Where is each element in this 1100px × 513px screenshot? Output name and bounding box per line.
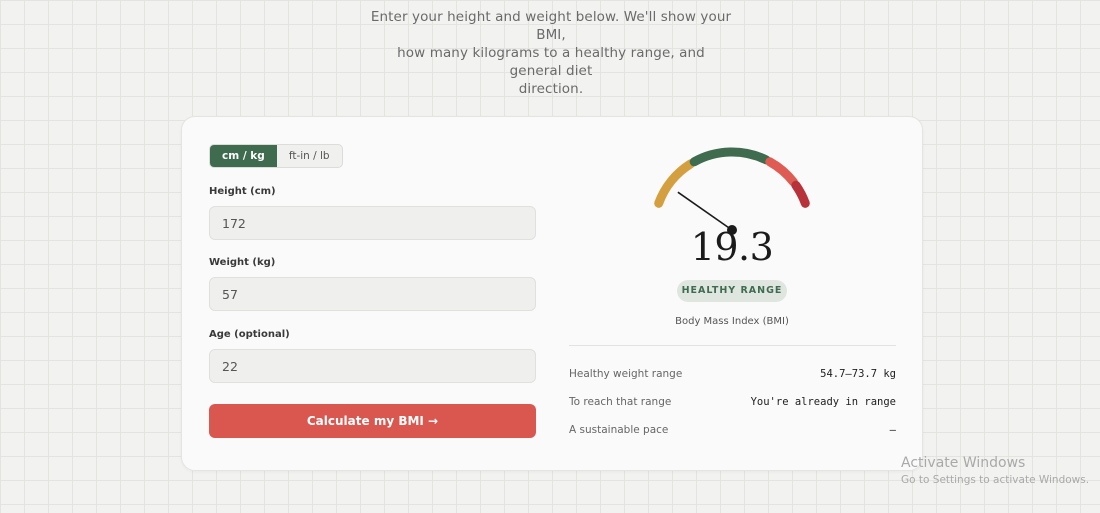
stat-value: 54.7–73.7 kg — [820, 368, 896, 380]
age-label: Age (optional) — [209, 329, 290, 340]
intro-line-2: how many kilograms to a healthy range, a… — [397, 45, 705, 79]
watermark-title: Activate Windows — [901, 455, 1026, 471]
intro-text: Enter your height and weight below. We'l… — [370, 8, 732, 98]
height-label: Height (cm) — [209, 186, 276, 197]
stat-value: You're already in range — [750, 396, 896, 408]
stat-row-sustainable-pace: A sustainable pace — — [569, 421, 896, 439]
stat-label: Healthy weight range — [569, 368, 683, 380]
unit-toggle: cm / kg ft-in / lb — [209, 144, 343, 168]
stat-row-healthy-range: Healthy weight range 54.7–73.7 kg — [569, 365, 896, 383]
gauge-healthy-segment — [689, 147, 771, 167]
watermark-subtitle: Go to Settings to activate Windows. — [901, 474, 1090, 486]
stat-row-reach-range: To reach that range You're already in ra… — [569, 393, 896, 411]
stat-label: A sustainable pace — [569, 424, 669, 436]
bmi-category-badge: HEALTHY RANGE — [677, 280, 787, 302]
stat-label: To reach that range — [569, 396, 672, 408]
stat-value: — — [889, 424, 896, 436]
intro-line-3: direction. — [518, 81, 584, 97]
gauge-overweight-segment — [765, 157, 798, 187]
unit-metric-button[interactable]: cm / kg — [210, 145, 277, 167]
weight-label: Weight (kg) — [209, 257, 276, 268]
intro-line-1: Enter your height and weight below. We'l… — [370, 9, 732, 43]
weight-input[interactable]: 57 — [209, 277, 536, 311]
unit-imperial-button[interactable]: ft-in / lb — [277, 145, 342, 167]
height-input[interactable]: 172 — [209, 206, 536, 240]
gauge-obese-segment — [791, 180, 810, 208]
result-divider — [569, 345, 896, 346]
bmi-card: cm / kg ft-in / lb Height (cm) 172 Weigh… — [181, 116, 923, 471]
age-input[interactable]: 22 — [209, 349, 536, 383]
activate-windows-watermark: Activate Windows Go to Settings to activ… — [901, 454, 1089, 488]
bmi-value: 19.3 — [690, 225, 774, 269]
bmi-caption: Body Mass Index (BMI) — [675, 316, 789, 327]
calculate-button[interactable]: Calculate my BMI → — [209, 404, 536, 438]
